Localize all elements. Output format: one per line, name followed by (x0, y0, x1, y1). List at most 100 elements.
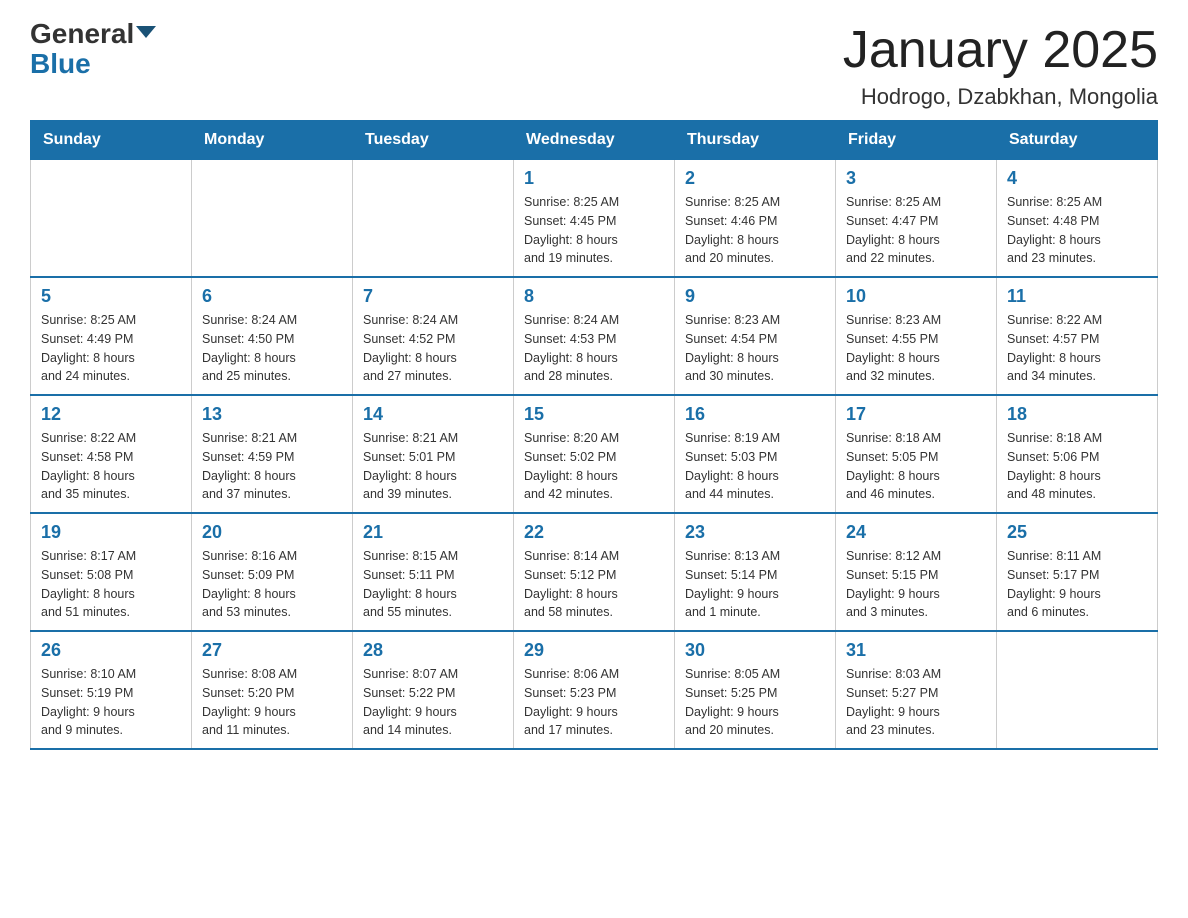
calendar-table: SundayMondayTuesdayWednesdayThursdayFrid… (30, 120, 1158, 750)
day-number: 22 (524, 522, 664, 543)
day-info: Sunrise: 8:25 AMSunset: 4:46 PMDaylight:… (685, 193, 825, 268)
day-info: Sunrise: 8:15 AMSunset: 5:11 PMDaylight:… (363, 547, 503, 622)
calendar-cell: 17Sunrise: 8:18 AMSunset: 5:05 PMDayligh… (836, 395, 997, 513)
day-number: 8 (524, 286, 664, 307)
calendar-cell: 7 Sunrise: 8:24 AMSunset: 4:52 PMDaylight… (353, 277, 514, 395)
day-number: 12 (41, 404, 181, 425)
day-info: Sunrise: 8:18 AMSunset: 5:06 PMDaylight:… (1007, 429, 1147, 504)
day-info: Sunrise: 8:22 AMSunset: 4:57 PMDaylight:… (1007, 311, 1147, 386)
calendar-cell (997, 631, 1158, 749)
day-number: 31 (846, 640, 986, 661)
calendar-cell: 20 Sunrise: 8:16 AMSunset: 5:09 PMDayligh… (192, 513, 353, 631)
title-block: January 2025 Hodrogo, Dzabkhan, Mongolia (843, 20, 1158, 110)
day-info: Sunrise: 8:20 AMSunset: 5:02 PMDaylight:… (524, 429, 664, 504)
day-info: Sunrise: 8:21 AMSunset: 5:01 PMDaylight:… (363, 429, 503, 504)
day-number: 5 (41, 286, 181, 307)
calendar-cell: 1 Sunrise: 8:25 AMSunset: 4:45 PMDaylight… (514, 160, 675, 278)
calendar-week-row: 5 Sunrise: 8:25 AMSunset: 4:49 PMDaylight… (31, 277, 1158, 395)
day-info: Sunrise: 8:22 AMSunset: 4:58 PMDaylight:… (41, 429, 181, 504)
day-info: Sunrise: 8:06 AMSunset: 5:23 PMDaylight:… (524, 665, 664, 740)
day-info: Sunrise: 8:25 AMSunset: 4:45 PMDaylight:… (524, 193, 664, 268)
day-info: Sunrise: 8:21 AMSunset: 4:59 PMDaylight:… (202, 429, 342, 504)
calendar-cell: 16Sunrise: 8:19 AMSunset: 5:03 PMDayligh… (675, 395, 836, 513)
logo-arrow-icon (136, 26, 156, 38)
day-info: Sunrise: 8:08 AMSunset: 5:20 PMDaylight:… (202, 665, 342, 740)
day-info: Sunrise: 8:10 AMSunset: 5:19 PMDaylight:… (41, 665, 181, 740)
day-number: 13 (202, 404, 342, 425)
day-info: Sunrise: 8:12 AMSunset: 5:15 PMDaylight:… (846, 547, 986, 622)
calendar-cell: 2 Sunrise: 8:25 AMSunset: 4:46 PMDaylight… (675, 160, 836, 278)
calendar-cell: 8 Sunrise: 8:24 AMSunset: 4:53 PMDaylight… (514, 277, 675, 395)
day-of-week-header: Monday (192, 121, 353, 160)
day-info: Sunrise: 8:25 AMSunset: 4:48 PMDaylight:… (1007, 193, 1147, 268)
calendar-week-row: 19 Sunrise: 8:17 AMSunset: 5:08 PMDayligh… (31, 513, 1158, 631)
day-of-week-header: Tuesday (353, 121, 514, 160)
logo-general: General (30, 20, 156, 48)
calendar-cell: 6 Sunrise: 8:24 AMSunset: 4:50 PMDaylight… (192, 277, 353, 395)
day-number: 10 (846, 286, 986, 307)
day-info: Sunrise: 8:25 AMSunset: 4:47 PMDaylight:… (846, 193, 986, 268)
calendar-cell: 27 Sunrise: 8:08 AMSunset: 5:20 PMDayligh… (192, 631, 353, 749)
calendar-week-row: 12 Sunrise: 8:22 AMSunset: 4:58 PMDayligh… (31, 395, 1158, 513)
calendar-week-row: 1 Sunrise: 8:25 AMSunset: 4:45 PMDaylight… (31, 160, 1158, 278)
calendar-cell: 15 Sunrise: 8:20 AMSunset: 5:02 PMDayligh… (514, 395, 675, 513)
day-number: 24 (846, 522, 986, 543)
day-info: Sunrise: 8:25 AMSunset: 4:49 PMDaylight:… (41, 311, 181, 386)
calendar-cell: 23Sunrise: 8:13 AMSunset: 5:14 PMDayligh… (675, 513, 836, 631)
calendar-cell: 11Sunrise: 8:22 AMSunset: 4:57 PMDayligh… (997, 277, 1158, 395)
calendar-cell (31, 160, 192, 278)
day-info: Sunrise: 8:19 AMSunset: 5:03 PMDaylight:… (685, 429, 825, 504)
calendar-cell: 4Sunrise: 8:25 AMSunset: 4:48 PMDaylight… (997, 160, 1158, 278)
day-number: 21 (363, 522, 503, 543)
day-info: Sunrise: 8:24 AMSunset: 4:50 PMDaylight:… (202, 311, 342, 386)
day-number: 27 (202, 640, 342, 661)
day-number: 20 (202, 522, 342, 543)
day-info: Sunrise: 8:16 AMSunset: 5:09 PMDaylight:… (202, 547, 342, 622)
page-header: General Blue January 2025 Hodrogo, Dzabk… (30, 20, 1158, 110)
calendar-cell: 12 Sunrise: 8:22 AMSunset: 4:58 PMDayligh… (31, 395, 192, 513)
calendar-cell: 5 Sunrise: 8:25 AMSunset: 4:49 PMDaylight… (31, 277, 192, 395)
logo-blue: Blue (30, 50, 91, 78)
day-info: Sunrise: 8:03 AMSunset: 5:27 PMDaylight:… (846, 665, 986, 740)
day-number: 25 (1007, 522, 1147, 543)
calendar-title: January 2025 (843, 20, 1158, 80)
day-info: Sunrise: 8:17 AMSunset: 5:08 PMDaylight:… (41, 547, 181, 622)
calendar-cell: 28 Sunrise: 8:07 AMSunset: 5:22 PMDayligh… (353, 631, 514, 749)
calendar-cell: 30 Sunrise: 8:05 AMSunset: 5:25 PMDayligh… (675, 631, 836, 749)
day-info: Sunrise: 8:11 AMSunset: 5:17 PMDaylight:… (1007, 547, 1147, 622)
day-number: 6 (202, 286, 342, 307)
calendar-cell: 21 Sunrise: 8:15 AMSunset: 5:11 PMDayligh… (353, 513, 514, 631)
calendar-cell: 10 Sunrise: 8:23 AMSunset: 4:55 PMDayligh… (836, 277, 997, 395)
day-info: Sunrise: 8:24 AMSunset: 4:53 PMDaylight:… (524, 311, 664, 386)
day-of-week-header: Thursday (675, 121, 836, 160)
day-number: 28 (363, 640, 503, 661)
calendar-header-row: SundayMondayTuesdayWednesdayThursdayFrid… (31, 121, 1158, 160)
calendar-cell: 24 Sunrise: 8:12 AMSunset: 5:15 PMDayligh… (836, 513, 997, 631)
day-info: Sunrise: 8:07 AMSunset: 5:22 PMDaylight:… (363, 665, 503, 740)
day-number: 14 (363, 404, 503, 425)
day-number: 3 (846, 168, 986, 189)
day-number: 7 (363, 286, 503, 307)
calendar-cell: 26 Sunrise: 8:10 AMSunset: 5:19 PMDayligh… (31, 631, 192, 749)
day-info: Sunrise: 8:24 AMSunset: 4:52 PMDaylight:… (363, 311, 503, 386)
day-number: 9 (685, 286, 825, 307)
day-info: Sunrise: 8:05 AMSunset: 5:25 PMDaylight:… (685, 665, 825, 740)
calendar-cell: 25 Sunrise: 8:11 AMSunset: 5:17 PMDayligh… (997, 513, 1158, 631)
calendar-subtitle: Hodrogo, Dzabkhan, Mongolia (843, 84, 1158, 110)
day-number: 19 (41, 522, 181, 543)
day-info: Sunrise: 8:23 AMSunset: 4:55 PMDaylight:… (846, 311, 986, 386)
calendar-week-row: 26 Sunrise: 8:10 AMSunset: 5:19 PMDayligh… (31, 631, 1158, 749)
day-number: 30 (685, 640, 825, 661)
day-number: 2 (685, 168, 825, 189)
day-number: 17 (846, 404, 986, 425)
day-number: 26 (41, 640, 181, 661)
day-number: 1 (524, 168, 664, 189)
calendar-cell: 14 Sunrise: 8:21 AMSunset: 5:01 PMDayligh… (353, 395, 514, 513)
day-info: Sunrise: 8:23 AMSunset: 4:54 PMDaylight:… (685, 311, 825, 386)
day-of-week-header: Wednesday (514, 121, 675, 160)
calendar-cell (192, 160, 353, 278)
day-of-week-header: Friday (836, 121, 997, 160)
day-info: Sunrise: 8:14 AMSunset: 5:12 PMDaylight:… (524, 547, 664, 622)
calendar-cell: 19 Sunrise: 8:17 AMSunset: 5:08 PMDayligh… (31, 513, 192, 631)
day-number: 15 (524, 404, 664, 425)
